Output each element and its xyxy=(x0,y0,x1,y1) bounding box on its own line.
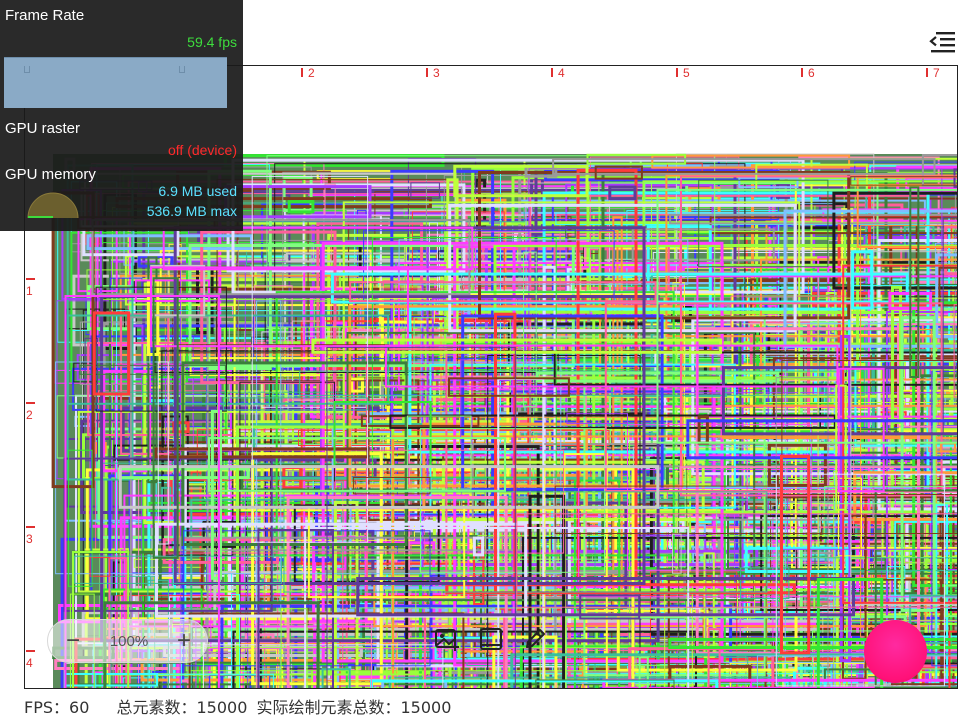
ruler-tick xyxy=(301,68,303,77)
frame-icon xyxy=(480,628,502,650)
ruler-tick xyxy=(926,68,928,77)
ruler-label-top: 6 xyxy=(808,66,815,80)
add-image-icon xyxy=(435,629,459,651)
ruler-label-top: 2 xyxy=(308,66,315,80)
gpu-raster-value: off (device) xyxy=(168,142,237,158)
ruler-label-left: 4 xyxy=(26,656,33,670)
gpu-memory-max: 536.9 MB max xyxy=(146,203,237,219)
fps-label: FPS： xyxy=(24,698,70,717)
zoom-level: 100% xyxy=(109,633,149,650)
drawn-elements-value: 15000 xyxy=(400,698,452,717)
pencil-button[interactable] xyxy=(520,624,550,654)
gpu-memory-gauge xyxy=(27,192,79,219)
ruler-label-top: 3 xyxy=(433,66,440,80)
ruler-tick xyxy=(801,68,803,77)
ruler-tick xyxy=(426,68,428,77)
ruler-tick xyxy=(26,526,35,528)
menu-collapse-icon xyxy=(929,32,955,53)
drawn-elements-label: 实际绘制元素总数： xyxy=(256,698,401,717)
add-image-button[interactable] xyxy=(432,624,462,654)
ruler-label-top: 5 xyxy=(683,66,690,80)
performance-hud: Frame Rate 59.4 fps GPU raster off (devi… xyxy=(0,0,243,231)
total-elements-value: 15000 xyxy=(196,698,248,717)
gpu-raster-label: GPU raster xyxy=(5,120,81,137)
pencil-icon xyxy=(526,629,545,648)
zoom-control: − 100% + xyxy=(47,619,208,663)
ruler-label-left: 3 xyxy=(26,532,33,546)
fps-value: 60 xyxy=(69,698,90,717)
frame-button[interactable] xyxy=(476,624,506,654)
zoom-in-button[interactable]: + xyxy=(169,626,199,656)
ruler-label-left: 2 xyxy=(26,408,33,422)
gpu-memory-label: GPU memory xyxy=(5,166,96,183)
gpu-memory-used: 6.9 MB used xyxy=(158,183,237,199)
ruler-label-left: 1 xyxy=(26,284,33,298)
fps-graph xyxy=(4,57,227,108)
ruler-tick xyxy=(26,650,35,652)
ruler-tick xyxy=(676,68,678,77)
frame-rate-value: 59.4 fps xyxy=(187,34,237,50)
total-elements-label: 总元素数： xyxy=(116,698,197,717)
ruler-tick xyxy=(26,402,35,404)
ruler-tick xyxy=(26,278,35,280)
ruler-label-top: 4 xyxy=(558,66,565,80)
ruler-label-top: 7 xyxy=(933,66,940,80)
status-bar: FPS：60 总元素数：15000 实际绘制元素总数：15000 xyxy=(24,694,452,717)
zoom-out-button[interactable]: − xyxy=(58,626,88,656)
menu-toggle-button[interactable] xyxy=(926,26,958,58)
ruler-tick xyxy=(551,68,553,77)
floating-action-button[interactable] xyxy=(864,620,927,683)
frame-rate-label: Frame Rate xyxy=(5,7,85,24)
